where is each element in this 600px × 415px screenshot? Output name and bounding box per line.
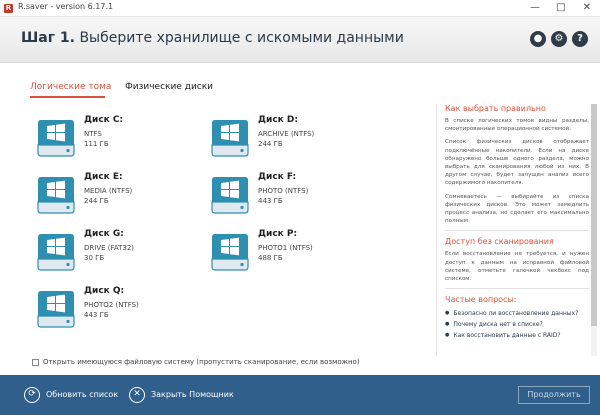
- disk-filesystem: DRIVE (FAT32): [84, 244, 135, 252]
- disk-item[interactable]: Диск P: PHOTO1 (NTFS) 488 ГБ: [208, 229, 368, 275]
- tab-logical-volumes[interactable]: Логические тома: [30, 82, 111, 92]
- open-filesystem-checkbox[interactable]: [32, 358, 39, 366]
- disk-item[interactable]: Диск G: DRIVE (FAT32) 30 ГБ: [34, 229, 194, 275]
- page-header: Шаг 1. Выберите хранилище с искомыми дан…: [0, 17, 600, 63]
- disk-item[interactable]: Диск E: MEDIA (NTFS) 244 ГБ: [34, 172, 194, 218]
- window-title: R.saver - version 6.17.1: [18, 2, 114, 11]
- app-logo: R: [4, 4, 13, 13]
- help-icon[interactable]: ?: [572, 31, 588, 47]
- minimize-button[interactable]: —: [522, 0, 548, 17]
- help-panel: Как выбрать правильно В списке логически…: [436, 104, 589, 356]
- disk-item[interactable]: Диск C: NTFS 111 ГБ: [34, 115, 194, 161]
- page-title: Шаг 1. Выберите хранилище с искомыми дан…: [21, 30, 404, 46]
- disk-filesystem: PHOTO (NTFS): [258, 187, 309, 195]
- refresh-icon: ⟳: [24, 387, 40, 403]
- disk-size: 488 ГБ: [258, 254, 283, 262]
- windows-disk-icon: [208, 117, 252, 163]
- disk-name: Диск F:: [258, 172, 297, 182]
- disk-filesystem: MEDIA (NTFS): [84, 187, 133, 195]
- disk-filesystem: PHOTO1 (NTFS): [258, 244, 313, 252]
- help-heading-no-scan: Доступ без сканирования: [445, 237, 554, 247]
- help-scrollbar[interactable]: [591, 104, 597, 356]
- step-number: Шаг 1.: [21, 30, 75, 46]
- disk-size: 30 ГБ: [84, 254, 105, 262]
- windows-disk-icon: [34, 117, 78, 163]
- windows-disk-icon: [34, 231, 78, 277]
- open-filesystem-option[interactable]: Открыть имеющуюся файловую систему (проп…: [32, 358, 360, 366]
- windows-disk-icon: [34, 174, 78, 220]
- faq-link[interactable]: Как восстановить данные с RAID?: [445, 330, 589, 341]
- faq-link[interactable]: Безопасно ли восстановление данных?: [445, 308, 589, 319]
- close-icon: ✕: [129, 387, 145, 403]
- help-text: Сомневаетесь — выбирайте из списка физич…: [445, 193, 589, 225]
- disk-filesystem: PHOTO2 (NTFS): [84, 301, 139, 309]
- faq-link[interactable]: Почему диска нет в списке?: [445, 319, 589, 330]
- disk-name: Диск D:: [258, 115, 298, 125]
- disk-item[interactable]: Диск Q: PHOTO2 (NTFS) 443 ГБ: [34, 286, 194, 332]
- gear-icon[interactable]: ⚙: [551, 31, 567, 47]
- refresh-list-label: Обновить список: [46, 390, 119, 399]
- tab-active-indicator: [30, 96, 105, 98]
- help-heading-faq: Частые вопросы:: [445, 295, 517, 305]
- close-assistant-label: Закрыть Помощник: [151, 390, 234, 399]
- disk-name: Диск Q:: [84, 286, 125, 296]
- disk-size: 111 ГБ: [84, 140, 109, 148]
- help-scrollbar-thumb[interactable]: [591, 104, 597, 326]
- disk-size: 244 ГБ: [84, 197, 109, 205]
- open-filesystem-label: Открыть имеющуюся файловую систему (проп…: [43, 358, 360, 366]
- windows-disk-icon: [34, 288, 78, 334]
- user-icon[interactable]: ●: [530, 31, 546, 47]
- help-text: В списке логических томов видны разделы,…: [445, 118, 589, 133]
- footer-bar: ⟳ Обновить список ✕ Закрыть Помощник Про…: [0, 375, 600, 415]
- help-heading-choose: Как выбрать правильно: [445, 104, 546, 113]
- disk-name: Диск G:: [84, 229, 124, 239]
- close-window-button[interactable]: ✕: [574, 0, 600, 17]
- disk-size: 244 ГБ: [258, 140, 283, 148]
- continue-button[interactable]: Продолжить: [518, 386, 590, 404]
- help-text: Если восстановление не требуется, и нуже…: [445, 251, 589, 283]
- tab-physical-disks[interactable]: Физические диски: [125, 82, 213, 92]
- help-text: Список физических дисков отображает подк…: [445, 139, 589, 187]
- disk-filesystem: NTFS: [84, 130, 102, 138]
- disk-name: Диск P:: [258, 229, 298, 239]
- disk-name: Диск C:: [84, 115, 124, 125]
- windows-disk-icon: [208, 174, 252, 220]
- help-divider: [445, 230, 589, 232]
- disk-size: 443 ГБ: [258, 197, 283, 205]
- disk-name: Диск E:: [84, 172, 123, 182]
- title-bar: R R.saver - version 6.17.1 — □ ✕: [0, 0, 600, 17]
- step-title: Выберите хранилище с искомыми данными: [79, 30, 404, 46]
- disk-item[interactable]: Диск F: PHOTO (NTFS) 443 ГБ: [208, 172, 368, 218]
- disk-size: 443 ГБ: [84, 311, 109, 319]
- disk-filesystem: ARCHIVE (NTFS): [258, 130, 315, 138]
- windows-disk-icon: [208, 231, 252, 277]
- disk-item[interactable]: Диск D: ARCHIVE (NTFS) 244 ГБ: [208, 115, 368, 161]
- help-divider: [445, 288, 589, 290]
- maximize-button[interactable]: □: [548, 0, 574, 17]
